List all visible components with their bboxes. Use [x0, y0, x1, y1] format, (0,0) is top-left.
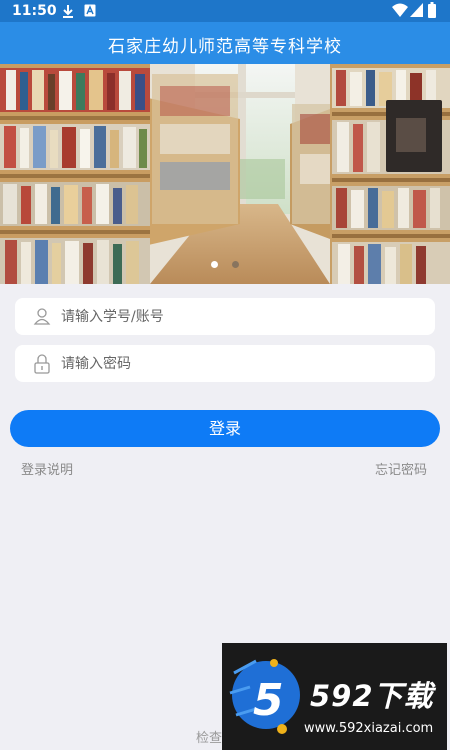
lock-icon — [33, 354, 51, 378]
watermark-badge: 5 592下载 www.592xiazai.com — [222, 643, 447, 750]
watermark-url: www.592xiazai.com — [304, 721, 434, 736]
login-help-link[interactable]: 登录说明 — [21, 459, 73, 478]
user-icon — [33, 307, 51, 329]
username-field[interactable] — [15, 298, 435, 335]
username-input[interactable] — [61, 298, 421, 335]
banner-carousel[interactable] — [0, 64, 450, 284]
forgot-password-link[interactable]: 忘记密码 — [375, 459, 427, 478]
footer-text[interactable]: 检查 — [196, 727, 222, 746]
password-input[interactable] — [61, 345, 421, 382]
download-icon — [62, 4, 74, 22]
status-time: 11:50 — [12, 3, 57, 19]
carousel-dot-1[interactable] — [211, 261, 218, 268]
login-button[interactable]: 登录 — [10, 410, 440, 447]
library-bookshelf-image — [0, 64, 450, 284]
notification-a-icon — [84, 4, 96, 21]
app-bar: 石家庄幼儿师范高等专科学校 — [0, 22, 450, 64]
watermark-brand: 592下载 — [310, 679, 434, 713]
wifi-icon — [392, 3, 408, 21]
carousel-indicator — [0, 253, 450, 272]
page-title: 石家庄幼儿师范高等专科学校 — [108, 37, 342, 57]
status-bar: 11:50 — [0, 0, 450, 22]
signal-icon — [410, 3, 423, 21]
battery-icon — [428, 2, 436, 22]
password-field[interactable] — [15, 345, 435, 382]
logo-digit: 5 — [253, 675, 284, 726]
carousel-dot-2[interactable] — [232, 261, 239, 268]
